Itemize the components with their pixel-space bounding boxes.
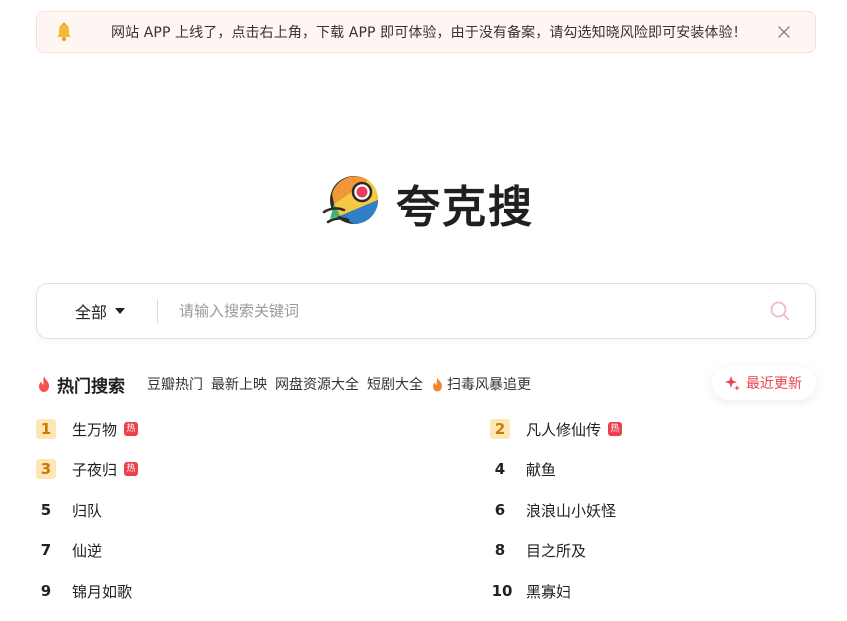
- list-item[interactable]: 5 归队: [36, 495, 102, 525]
- item-title: 黑寡妇: [526, 582, 572, 601]
- rank-number: 5: [40, 501, 52, 519]
- flame-icon: [433, 377, 442, 391]
- item-title: 子夜归: [72, 460, 118, 479]
- item-title: 凡人修仙传: [526, 420, 602, 439]
- brand: 夸克搜: [320, 172, 534, 234]
- search-icon[interactable]: [769, 300, 791, 322]
- recent-updates-button[interactable]: 最近更新: [712, 366, 816, 400]
- hot-badge: 热: [124, 422, 139, 436]
- list-item[interactable]: 8 目之所及: [490, 535, 586, 565]
- list-item[interactable]: 6 浪浪山小妖怪: [490, 495, 616, 525]
- tab-netdisk-resources[interactable]: 网盘资源大全: [275, 374, 359, 394]
- rank-number: 4: [494, 460, 506, 478]
- item-title: 仙逆: [72, 541, 103, 560]
- search-input[interactable]: [179, 296, 739, 326]
- list-item[interactable]: 3 子夜归 热: [36, 454, 139, 484]
- item-title: 归队: [72, 501, 103, 520]
- tab-douban-hot[interactable]: 豆瓣热门: [147, 374, 203, 394]
- tab-label: 扫毒风暴追更: [447, 377, 531, 393]
- item-title: 生万物: [72, 420, 118, 439]
- close-icon[interactable]: [775, 23, 793, 41]
- rocket-planet-logo: [322, 176, 379, 224]
- hot-search-title: 热门搜索: [57, 377, 125, 397]
- list-item[interactable]: 2 凡人修仙传 热: [490, 414, 623, 444]
- tab-short-drama[interactable]: 短剧大全: [367, 374, 423, 394]
- search-scope-select[interactable]: 全部: [75, 284, 126, 337]
- list-item[interactable]: 9 锦月如歌: [36, 576, 132, 606]
- search-scope-label: 全部: [75, 302, 108, 322]
- list-item[interactable]: 7 仙逆: [36, 535, 102, 565]
- recent-updates-label: 最近更新: [746, 376, 802, 392]
- search-divider: [157, 299, 158, 323]
- list-item[interactable]: 4 献鱼: [490, 454, 556, 484]
- item-title: 目之所及: [526, 541, 587, 560]
- brand-name: 夸克搜: [396, 182, 534, 233]
- rank-number: 1: [36, 419, 56, 439]
- item-title: 浪浪山小妖怪: [526, 501, 617, 520]
- hot-search-header: 热门搜索 豆瓣热门 最新上映 网盘资源大全 短剧大全 扫毒风暴追更 最近更新: [36, 366, 816, 400]
- hot-search-tabs: 豆瓣热门 最新上映 网盘资源大全 短剧大全 扫毒风暴追更: [147, 374, 539, 394]
- item-title: 献鱼: [526, 460, 557, 479]
- item-title: 锦月如歌: [72, 582, 133, 601]
- search-bar: 全部: [36, 283, 816, 339]
- rank-number: 2: [490, 419, 510, 439]
- rank-number: 8: [494, 541, 506, 559]
- list-item[interactable]: 1 生万物 热: [36, 414, 139, 444]
- rank-number: 3: [36, 459, 56, 479]
- rank-number: 7: [40, 541, 52, 559]
- hot-badge: 热: [608, 422, 623, 436]
- caret-down-icon: [115, 307, 126, 314]
- list-item[interactable]: 10 黑寡妇: [490, 576, 571, 606]
- rank-number: 6: [494, 501, 506, 519]
- notice-text: 网站 APP 上线了，点击右上角，下载 APP 即可体验，由于没有备案，请勾选知…: [111, 25, 747, 41]
- rank-number: 9: [40, 582, 52, 600]
- hot-badge: 热: [124, 462, 139, 476]
- bell-icon: [57, 22, 71, 41]
- flame-icon: [39, 376, 49, 392]
- rank-number: 10: [491, 582, 513, 600]
- tab-new-release[interactable]: 最新上映: [211, 374, 267, 394]
- sparkle-icon: [725, 376, 740, 391]
- tab-drug-storm-updates[interactable]: 扫毒风暴追更: [431, 374, 531, 394]
- notice-banner: 网站 APP 上线了，点击右上角，下载 APP 即可体验，由于没有备案，请勾选知…: [36, 11, 816, 53]
